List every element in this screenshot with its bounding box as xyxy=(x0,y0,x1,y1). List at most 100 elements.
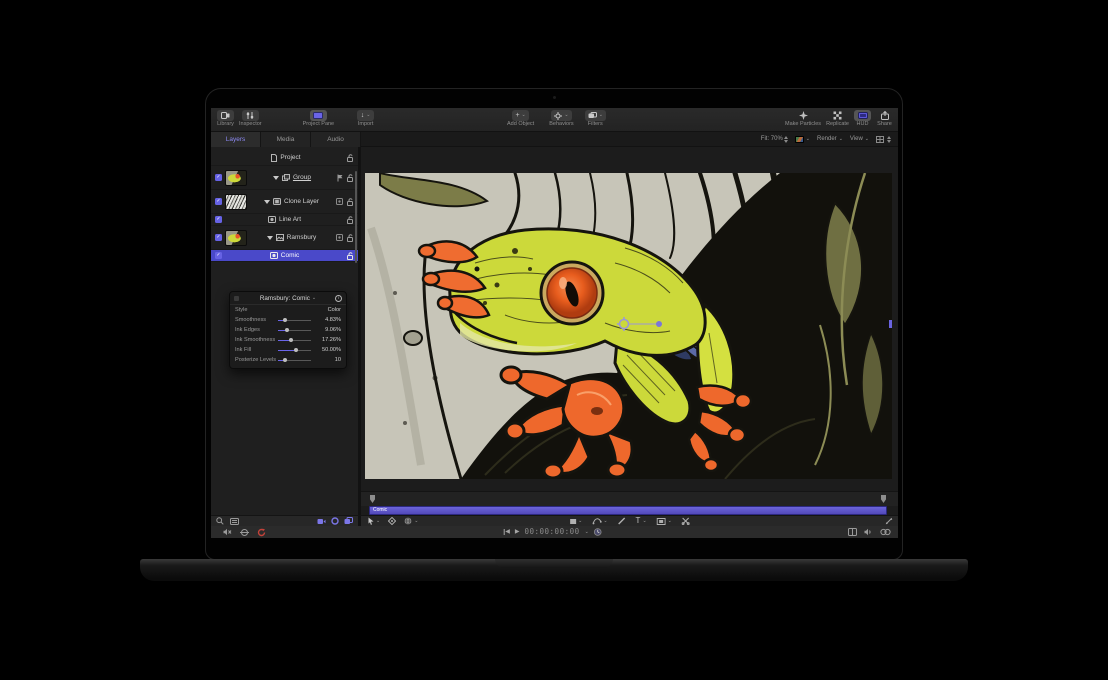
posterize-levels-slider[interactable] xyxy=(278,355,311,365)
smoothness-slider[interactable] xyxy=(278,315,311,325)
timecode-chevron-icon[interactable]: ⌄ xyxy=(585,530,589,535)
transport-right-group xyxy=(848,528,898,536)
rectangle-tool[interactable]: ⌄ xyxy=(569,518,582,525)
lock-icon[interactable] xyxy=(347,252,354,260)
disclosure-triangle-icon[interactable] xyxy=(267,236,273,240)
lock-icon[interactable] xyxy=(347,216,354,224)
layers-scrollbar[interactable] xyxy=(355,171,357,263)
ink-fill-slider[interactable] xyxy=(278,345,311,355)
canvas-status-bar: Fit: 70% ⌄ Render ⌄ View ⌄ xyxy=(361,132,898,147)
layer-row-project[interactable]: Project xyxy=(211,150,358,166)
hud-info-icon[interactable]: i xyxy=(335,295,342,302)
library-button[interactable]: Library xyxy=(217,110,234,128)
timeline-clip-comic[interactable]: Comic xyxy=(369,506,887,515)
play-button[interactable]: ▶ xyxy=(515,529,520,535)
check-icon: ✓ xyxy=(216,217,220,222)
add-object-icon: + ⌄ xyxy=(512,110,529,121)
tab-layers[interactable]: Layers xyxy=(211,132,261,147)
anchor-point-tool[interactable] xyxy=(388,517,396,525)
list-options-icon[interactable] xyxy=(230,518,239,525)
select-tool[interactable]: ⌄ xyxy=(368,517,380,525)
render-chevron-icon: ⌄ xyxy=(839,137,843,142)
hud-param-value[interactable]: 50.00% xyxy=(314,347,341,353)
tab-media[interactable]: Media xyxy=(261,132,311,147)
toggle-behaviors-icon[interactable] xyxy=(331,517,339,525)
paint-stroke-tool[interactable] xyxy=(618,517,626,525)
show-video-timeline-icon[interactable] xyxy=(848,528,857,536)
flag-icon[interactable] xyxy=(337,174,343,182)
play-range-start-marker[interactable] xyxy=(370,495,375,503)
layout-control[interactable] xyxy=(876,136,891,143)
play-range-end-marker[interactable] xyxy=(881,495,886,503)
pan-zoom-tool[interactable]: ⌄ xyxy=(404,517,418,525)
behaviors-button[interactable]: ⌄ Behaviors xyxy=(549,110,573,128)
layer-row-line-art[interactable]: ✓ Line Art xyxy=(211,214,358,226)
lock-icon[interactable] xyxy=(347,198,354,206)
layer-row-ramsbury[interactable]: ✓ Ramsbury xyxy=(211,226,358,250)
toggle-cameras-icon[interactable] xyxy=(317,518,326,525)
hud-style-value[interactable]: Color xyxy=(314,307,341,313)
layer-checkbox[interactable]: ✓ xyxy=(215,234,222,241)
previous-frame-button[interactable]: ◀ xyxy=(503,529,510,535)
filters-label: Filters xyxy=(588,122,603,128)
hud-title-bar[interactable]: Ramsbury: Comic ⌄ i xyxy=(230,292,346,305)
channels-control[interactable]: ⌄ xyxy=(795,136,810,143)
timing-clock-icon[interactable] xyxy=(594,528,602,536)
layer-checkbox[interactable]: ✓ xyxy=(215,198,222,205)
view-menu[interactable]: View ⌄ xyxy=(850,136,869,142)
layer-checkbox[interactable]: ✓ xyxy=(215,216,222,223)
hud-popup-icon[interactable] xyxy=(234,296,239,301)
resize-diagonal-icon[interactable] xyxy=(885,517,893,525)
layer-checkbox[interactable]: ✓ xyxy=(215,174,222,181)
share-button[interactable]: Share xyxy=(876,110,893,128)
layer-checkbox[interactable]: ✓ xyxy=(215,252,222,259)
zoom-level-value: Fit: 70% xyxy=(761,136,783,142)
filters-button[interactable]: ⌄ Filters xyxy=(585,110,606,128)
hud-row-posterize-levels: Posterize Levels 10 xyxy=(230,355,346,365)
lock-icon[interactable] xyxy=(347,154,354,162)
layer-row-comic-selected[interactable]: ✓ Comic xyxy=(211,250,358,262)
timeline-ruler[interactable] xyxy=(361,491,898,506)
make-particles-button[interactable]: Make Particles xyxy=(785,110,821,128)
hud-param-value[interactable]: 17.26% xyxy=(314,337,341,343)
check-icon: ✓ xyxy=(216,199,220,204)
search-icon[interactable] xyxy=(216,517,224,525)
hud-panel[interactable]: Ramsbury: Comic ⌄ i Style Color Smoothne… xyxy=(229,291,347,369)
timecode-display[interactable]: 00:00:00:00 xyxy=(524,528,579,536)
layer-row-group[interactable]: ✓ Group xyxy=(211,166,358,190)
mask-tool[interactable]: ⌄ xyxy=(657,518,672,525)
text-tool[interactable]: T ⌄ xyxy=(636,517,647,525)
import-button[interactable]: ↓ ⌄ Import xyxy=(357,110,374,128)
ink-edges-slider[interactable] xyxy=(278,325,311,335)
show-audio-timeline-icon[interactable] xyxy=(864,528,873,536)
disclosure-triangle-icon[interactable] xyxy=(264,200,270,204)
zoom-level-control[interactable]: Fit: 70% xyxy=(761,136,788,143)
toggle-filters-icon[interactable] xyxy=(344,517,353,525)
disclosure-triangle-icon[interactable] xyxy=(273,176,279,180)
mask-chevron-icon: ⌄ xyxy=(668,519,672,524)
render-menu[interactable]: Render ⌄ xyxy=(817,136,843,142)
layer-name: Group xyxy=(293,174,311,181)
hud-param-value[interactable]: 10 xyxy=(314,357,341,363)
layer-row-clone-layer[interactable]: ✓ Clone Layer xyxy=(211,190,358,214)
laptop-base xyxy=(140,559,968,581)
loop-playback-icon[interactable] xyxy=(880,528,891,536)
motion-path-icon[interactable] xyxy=(240,528,249,537)
add-object-button[interactable]: + ⌄ Add Object xyxy=(507,110,534,128)
hud-button[interactable]: HUD xyxy=(854,110,871,128)
record-animation-icon[interactable] xyxy=(257,528,266,537)
hud-param-value[interactable]: 9.06% xyxy=(314,327,341,333)
hud-param-value[interactable]: 4.83% xyxy=(314,317,341,323)
canvas-viewport[interactable] xyxy=(365,173,892,479)
bezier-tool[interactable]: ⌄ xyxy=(592,517,607,525)
lock-icon[interactable] xyxy=(347,234,354,242)
tab-audio[interactable]: Audio xyxy=(311,132,361,147)
mute-audio-icon[interactable] xyxy=(223,528,232,536)
inspector-button[interactable]: Inspector xyxy=(239,110,262,128)
replicate-button[interactable]: Replicate xyxy=(826,110,849,128)
project-pane-button[interactable]: Project Pane xyxy=(303,110,335,128)
ink-smoothness-slider[interactable] xyxy=(278,335,311,345)
zoom-stepper-icon[interactable] xyxy=(784,136,788,143)
lock-icon[interactable] xyxy=(347,174,354,182)
slice-tool[interactable] xyxy=(682,517,690,525)
